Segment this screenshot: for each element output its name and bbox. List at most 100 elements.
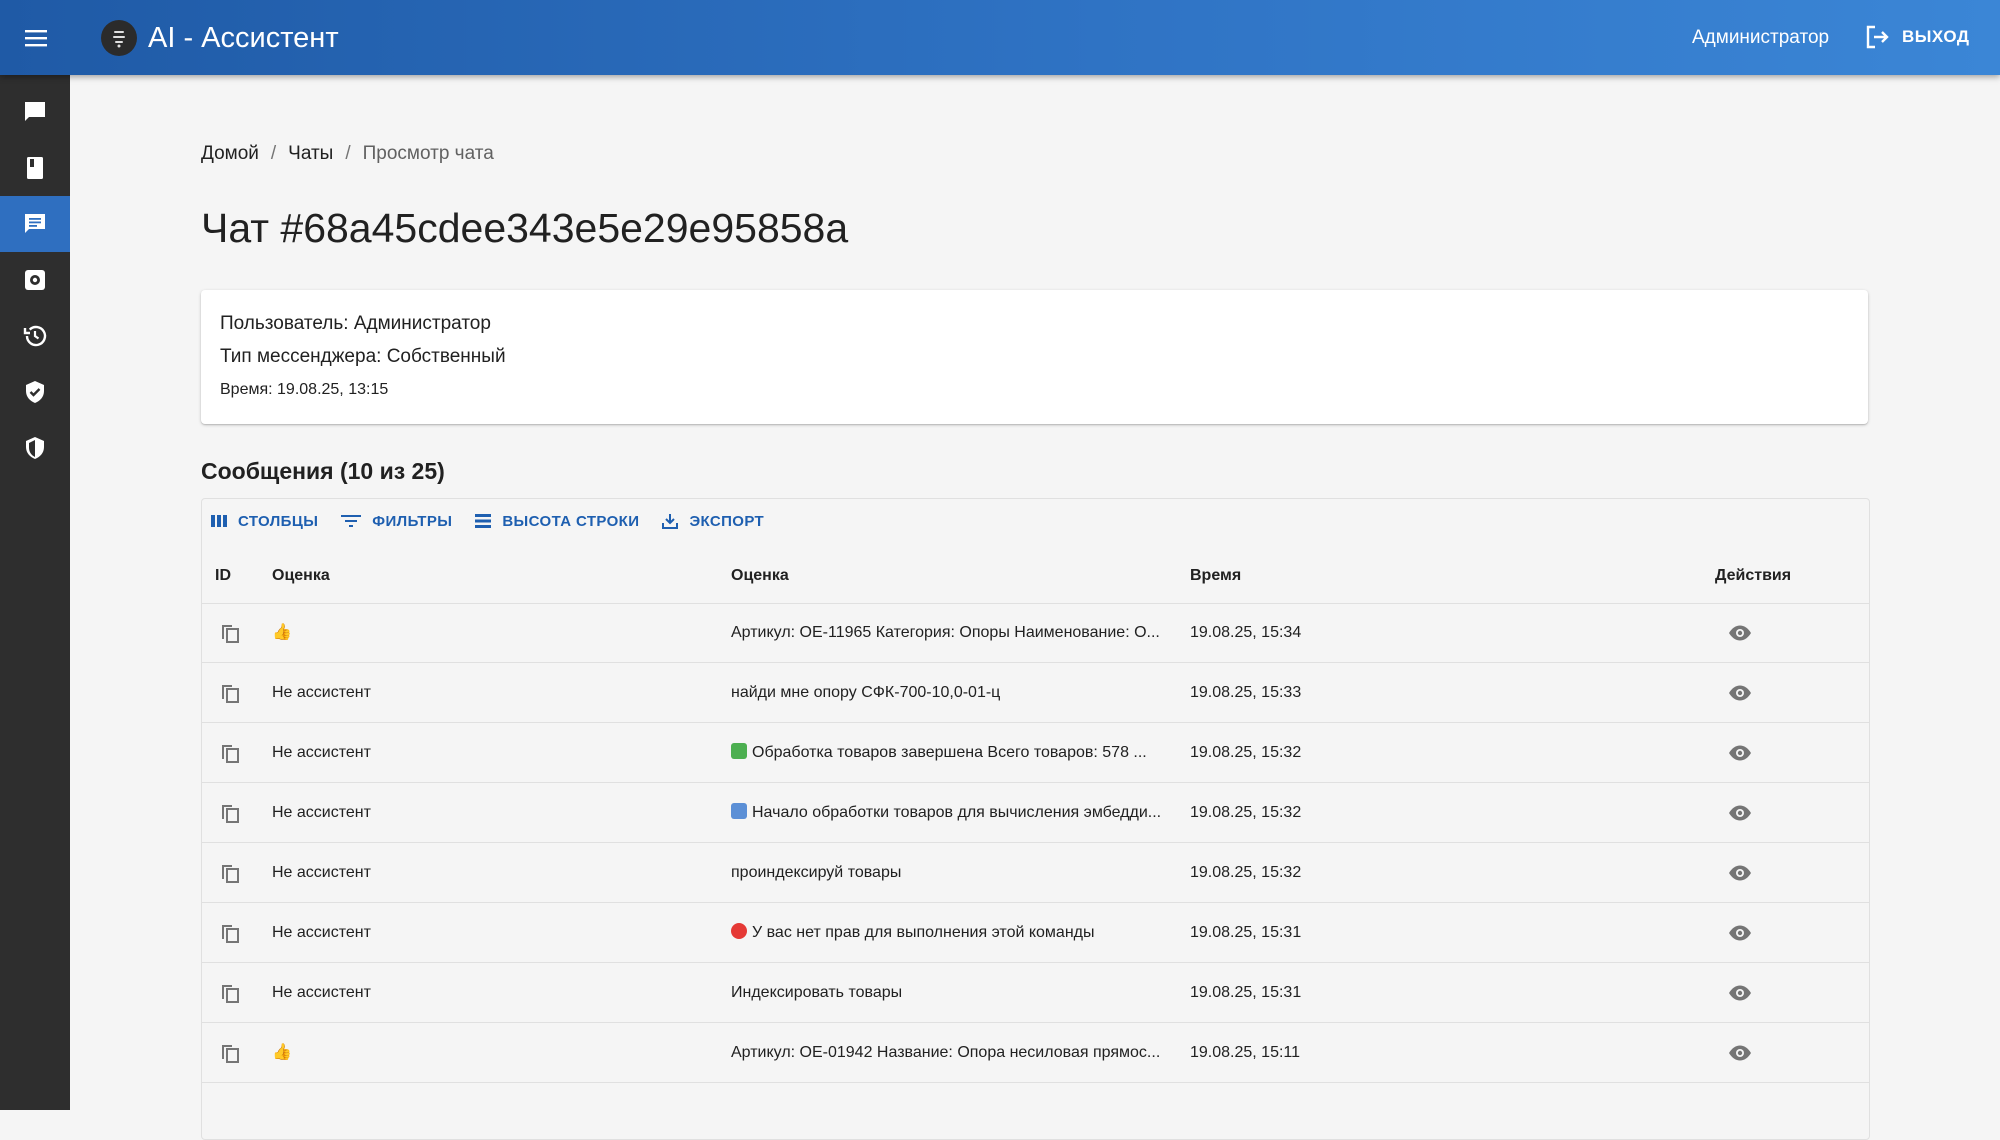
sidebar-item-chats[interactable] [0, 196, 70, 252]
rating-cell: 👍 [272, 1044, 292, 1061]
table-row[interactable]: 👍 Артикул: ОЕ-11965 Категория: Опоры Наи… [202, 603, 1869, 663]
column-header-actions: Действия [1715, 567, 1792, 584]
sidebar-item-security[interactable] [0, 420, 70, 476]
app-title: AI - Ассистент [148, 22, 339, 54]
rating-cell: Не ассистент [272, 684, 371, 701]
rating-cell: Не ассистент [272, 924, 371, 941]
eye-icon[interactable] [1728, 682, 1752, 704]
breadcrumb-chats[interactable]: Чаты [288, 142, 333, 166]
eye-icon[interactable] [1728, 622, 1752, 644]
filters-button[interactable]: ФИЛЬТРЫ [340, 509, 452, 533]
settings-icon [25, 270, 45, 290]
copy-icon[interactable] [218, 1041, 242, 1065]
column-header-id[interactable]: ID [215, 549, 231, 603]
breadcrumb-separator: / [270, 143, 277, 164]
column-header-rating[interactable]: Оценка [272, 549, 330, 603]
logo-icon [101, 20, 137, 56]
table-row[interactable]: Не ассистент Индексировать товары 19.08.… [202, 963, 1869, 1023]
current-user: Администратор [1692, 27, 1830, 48]
time-cell: 19.08.25, 15:34 [1190, 624, 1302, 641]
eye-icon[interactable] [1728, 922, 1752, 944]
time-cell: 19.08.25, 15:31 [1190, 984, 1302, 1001]
time-cell: 19.08.25, 15:33 [1190, 684, 1302, 701]
grid-header: ID Оценка Оценка Время Действия [202, 549, 1869, 604]
breadcrumb-separator: / [345, 143, 351, 164]
time-cell: 19.08.25, 15:32 [1190, 804, 1302, 821]
table-row[interactable]: Не ассистент Обработка товаров завершена… [202, 723, 1869, 783]
sidebar-item-moderation[interactable] [0, 364, 70, 420]
menu-icon[interactable] [20, 22, 52, 54]
filter-icon [341, 515, 362, 527]
column-header-text[interactable]: Оценка [731, 549, 789, 603]
message-text-cell: проиндексируй товары [731, 864, 902, 881]
shield-check-icon [26, 381, 44, 403]
rating-cell: 👍 [272, 624, 292, 641]
download-icon [662, 514, 679, 529]
eye-icon[interactable] [1728, 862, 1752, 884]
copy-icon[interactable] [218, 801, 242, 825]
density-icon [475, 514, 492, 528]
filters-label: ФИЛЬТРЫ [372, 512, 453, 530]
breadcrumb-current: Просмотр чата [362, 143, 494, 164]
eye-icon[interactable] [1728, 1042, 1752, 1064]
chat-messenger-type: Тип мессенджера: Собственный [220, 346, 506, 367]
message-text-cell: У вас нет прав для выполнения этой коман… [731, 903, 1176, 962]
eye-icon[interactable] [1728, 802, 1752, 824]
copy-icon[interactable] [218, 621, 242, 645]
copy-icon[interactable] [218, 741, 242, 765]
sidebar-item-chat[interactable] [0, 84, 70, 140]
chat-list-icon [25, 214, 45, 233]
time-cell: 19.08.25, 15:31 [1190, 924, 1302, 941]
chat-user: Пользователь: Администратор [220, 313, 491, 334]
message-text-cell: Артикул: ОЕ-11965 Категория: Опоры Наиме… [731, 624, 1160, 641]
copy-icon[interactable] [218, 861, 242, 885]
table-row[interactable]: Не ассистент проиндексируй товары 19.08.… [202, 843, 1869, 903]
app-bar: AI - Ассистент Администратор ВЫХОД [0, 0, 2000, 75]
rating-cell: Не ассистент [272, 864, 371, 881]
time-cell: 19.08.25, 15:32 [1190, 864, 1302, 881]
no-entry-emoji-icon [731, 923, 747, 939]
sidebar [0, 75, 70, 1110]
chat-time: Время: 19.08.25, 13:15 [220, 381, 389, 398]
message-text-cell: Индексировать товары [731, 984, 903, 1001]
messages-title: Сообщения (10 из 25) [201, 458, 445, 484]
export-label: ЭКСПОРТ [689, 512, 765, 530]
copy-icon[interactable] [218, 981, 242, 1005]
table-row[interactable]: Не ассистент найди мне опору СФК-700-10,… [202, 663, 1869, 723]
sidebar-item-knowledge[interactable] [0, 140, 70, 196]
columns-icon [211, 515, 227, 527]
table-row[interactable]: Не ассистент Начало обработки товаров дл… [202, 783, 1869, 843]
history-icon [23, 325, 47, 347]
sidebar-item-settings[interactable] [0, 252, 70, 308]
row-height-button[interactable]: ВЫСОТА СТРОКИ [474, 509, 639, 533]
check-emoji-icon [731, 743, 747, 759]
chat-bubble-icon [25, 102, 45, 121]
message-text-cell: найди мне опору СФК-700-10,0-01-ц [731, 684, 1001, 701]
eye-icon[interactable] [1728, 742, 1752, 764]
messages-grid: СТОЛБЦЫ ФИЛЬТРЫ ВЫСОТА СТРОКИ ЭКСПОРТ ID… [201, 498, 1870, 1140]
message-text: Обработка товаров завершена Всего товаро… [752, 744, 1147, 761]
sidebar-item-history[interactable] [0, 308, 70, 364]
eye-icon[interactable] [1728, 982, 1752, 1004]
page-title: Чат #68a45cdee343e5e29e95858a [201, 205, 849, 251]
chat-info-card: Пользователь: Администратор Тип мессендж… [201, 290, 1868, 424]
message-text: Начало обработки товаров для вычисления … [752, 804, 1162, 821]
copy-icon[interactable] [218, 681, 242, 705]
breadcrumb-home[interactable]: Домой [201, 142, 259, 166]
rating-cell: Не ассистент [272, 804, 371, 821]
table-row[interactable]: Не ассистент У вас нет прав для выполнен… [202, 903, 1869, 963]
refresh-emoji-icon [731, 803, 747, 819]
rating-cell: Не ассистент [272, 744, 371, 761]
message-text: У вас нет прав для выполнения этой коман… [752, 924, 1095, 941]
columns-button[interactable]: СТОЛБЦЫ [210, 509, 318, 533]
column-header-time[interactable]: Время [1190, 549, 1241, 603]
table-row[interactable]: 👍 Артикул: ОЕ-01942 Название: Опора неси… [202, 1023, 1869, 1083]
copy-icon[interactable] [218, 921, 242, 945]
book-icon [27, 157, 43, 179]
grid-toolbar: СТОЛБЦЫ ФИЛЬТРЫ ВЫСОТА СТРОКИ ЭКСПОРТ [210, 509, 764, 533]
time-cell: 19.08.25, 15:32 [1190, 744, 1302, 761]
message-text-cell: Обработка товаров завершена Всего товаро… [731, 723, 1176, 782]
rating-cell: Не ассистент [272, 984, 371, 1001]
logout-button[interactable]: ВЫХОД [1864, 24, 1969, 50]
export-button[interactable]: ЭКСПОРТ [661, 509, 764, 533]
